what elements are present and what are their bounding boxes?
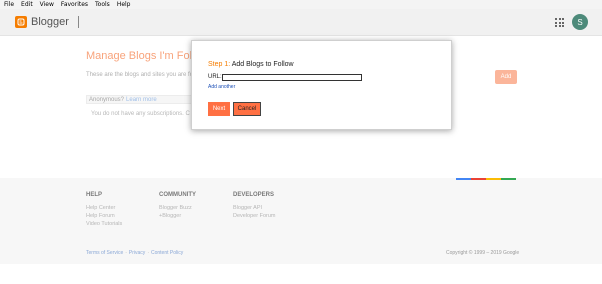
help-forum-link[interactable]: Help Forum xyxy=(86,212,122,220)
color-bar-green xyxy=(501,178,516,180)
menu-help[interactable]: Help xyxy=(117,1,131,8)
user-avatar[interactable]: S xyxy=(572,14,588,30)
url-input[interactable] xyxy=(222,74,362,81)
brand-name[interactable]: Blogger xyxy=(31,16,69,28)
footer-color-bar xyxy=(456,178,516,180)
plus-blogger-link[interactable]: +Blogger xyxy=(159,212,196,220)
step-label: Step 1: xyxy=(208,61,231,68)
add-blogs-dialog: Step 1: Add Blogs to Follow URL: Add ano… xyxy=(191,40,452,130)
content-policy-link[interactable]: Content Policy xyxy=(151,250,183,256)
menu-file[interactable]: File xyxy=(4,1,14,8)
color-bar-blue xyxy=(456,178,471,180)
url-label: URL: xyxy=(208,74,222,80)
color-bar-yellow xyxy=(486,178,501,180)
blogger-logo-icon[interactable] xyxy=(15,16,27,28)
footer-help-heading: HELP xyxy=(86,192,103,198)
footer-developers-heading: DEVELOPERS xyxy=(233,192,275,198)
privacy-link[interactable]: Privacy xyxy=(129,250,145,256)
color-bar-red xyxy=(471,178,486,180)
menu-bar: File Edit View Favorites Tools Help xyxy=(0,0,602,9)
learn-more-link[interactable]: Learn more xyxy=(126,97,157,103)
blogger-header: Blogger S xyxy=(0,9,602,36)
next-button[interactable]: Next xyxy=(208,102,230,116)
blogger-api-link[interactable]: Blogger API xyxy=(233,204,276,212)
separator-dot: · xyxy=(125,250,127,256)
separator-dot: · xyxy=(147,250,149,256)
footer-legal-links: Terms of Service · Privacy · Content Policy xyxy=(86,250,183,256)
blogger-buzz-link[interactable]: Blogger Buzz xyxy=(159,204,196,212)
dialog-title: Step 1: Add Blogs to Follow xyxy=(208,61,294,68)
no-subscriptions-message: You do not have any subscriptions. C xyxy=(91,111,190,117)
header-divider xyxy=(78,16,79,28)
video-tutorials-link[interactable]: Video Tutorials xyxy=(86,220,122,228)
help-center-link[interactable]: Help Center xyxy=(86,204,122,212)
footer-developers-column: DEVELOPERS Blogger API Developer Forum xyxy=(233,192,276,220)
terms-link[interactable]: Terms of Service xyxy=(86,250,123,256)
footer-community-column: COMMUNITY Blogger Buzz +Blogger xyxy=(159,192,196,220)
footer-community-heading: COMMUNITY xyxy=(159,192,196,198)
menu-tools[interactable]: Tools xyxy=(95,1,110,8)
anonymous-notice: Anonymous? Learn more xyxy=(86,95,206,104)
add-another-link[interactable]: Add another xyxy=(208,84,235,90)
add-blog-button[interactable]: Add xyxy=(495,70,517,84)
anonymous-label: Anonymous? xyxy=(89,96,125,103)
menu-view[interactable]: View xyxy=(40,1,54,8)
dialog-title-text: Add Blogs to Follow xyxy=(231,61,294,68)
menu-favorites[interactable]: Favorites xyxy=(61,1,88,8)
page-footer: HELP Help Center Help Forum Video Tutori… xyxy=(0,178,602,264)
cancel-button[interactable]: Cancel xyxy=(233,102,261,116)
copyright-text: Copyright © 1999 – 2019 Google xyxy=(446,250,520,256)
menu-edit[interactable]: Edit xyxy=(21,1,33,8)
page-description: These are the blogs and sites you are fo xyxy=(86,72,194,78)
footer-help-column: HELP Help Center Help Forum Video Tutori… xyxy=(86,192,122,228)
apps-grid-icon[interactable] xyxy=(555,18,564,27)
developer-forum-link[interactable]: Developer Forum xyxy=(233,212,276,220)
